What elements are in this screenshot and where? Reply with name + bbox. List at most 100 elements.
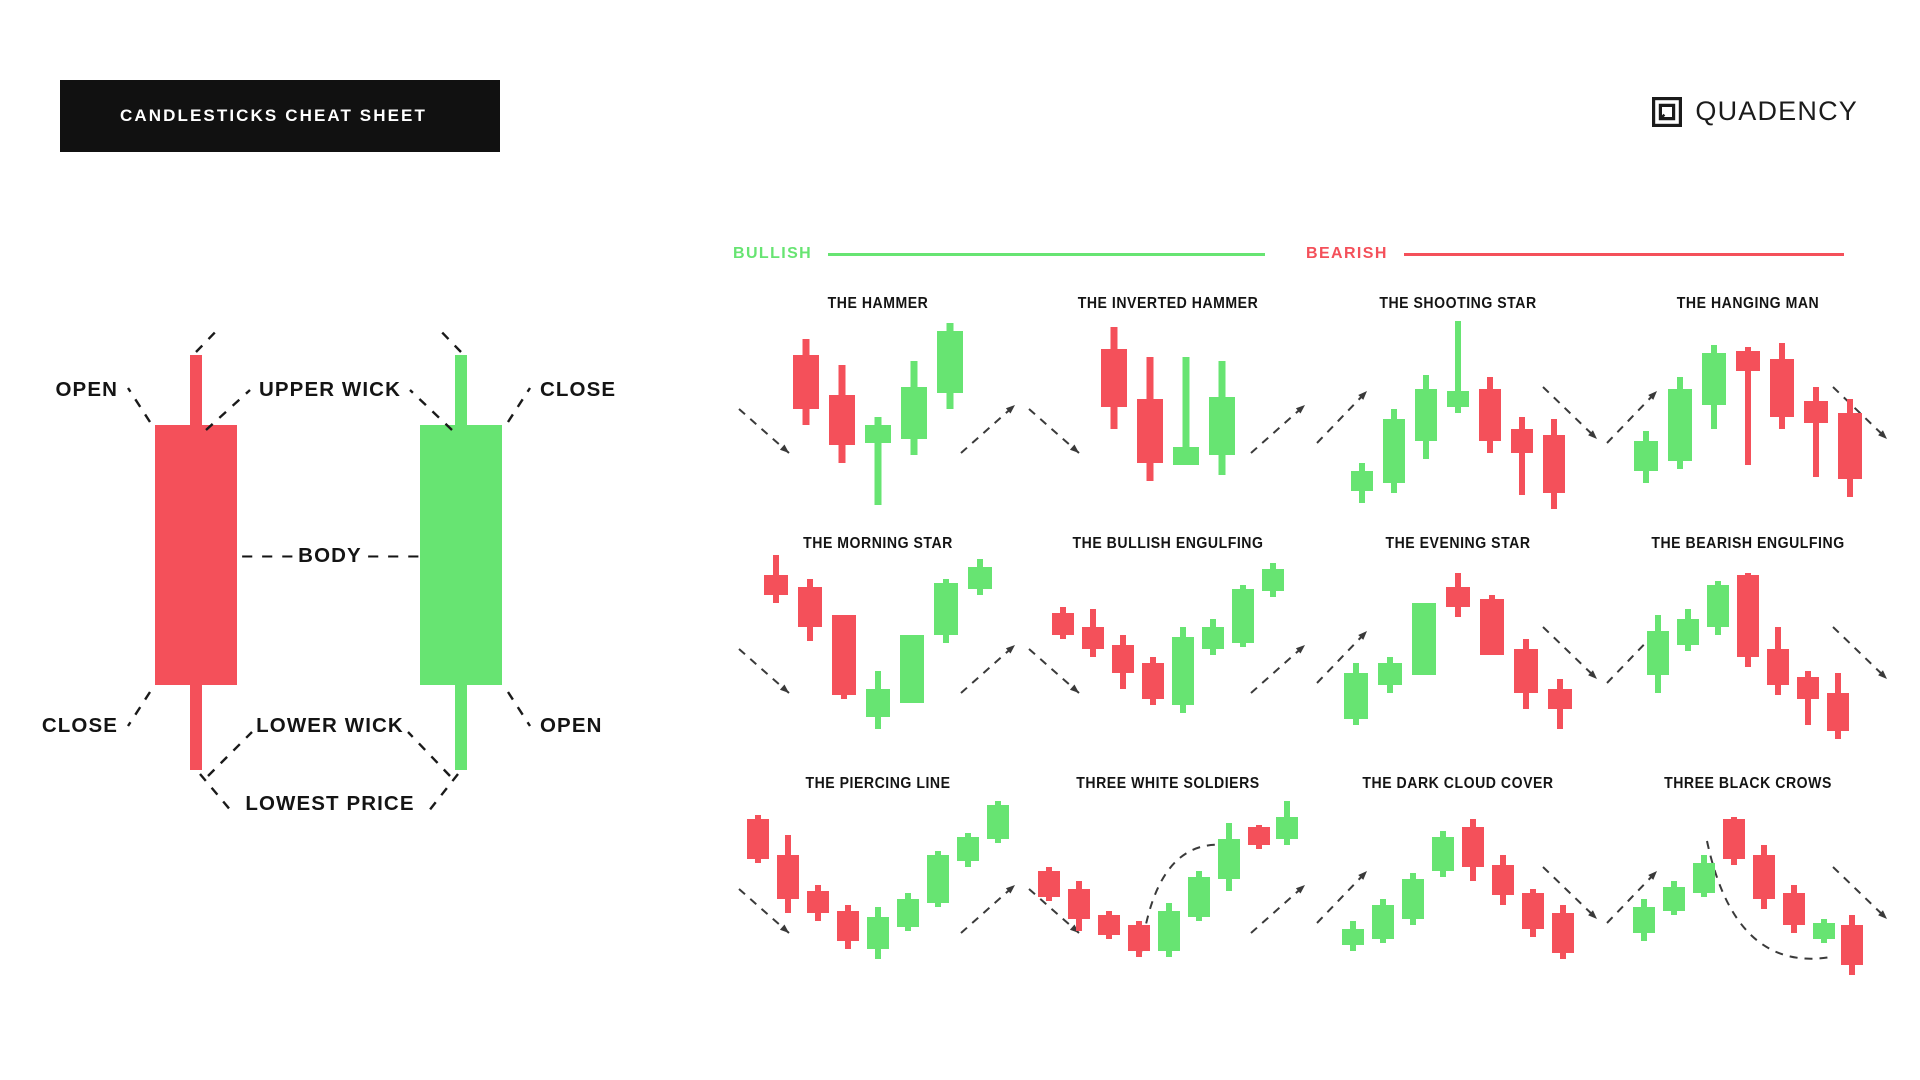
candle-upper-wick <box>1284 801 1290 817</box>
label-open-right: OPEN <box>540 714 603 737</box>
candle-body <box>1378 663 1402 685</box>
candle-body <box>1767 649 1789 685</box>
candle-lower-wick <box>1530 929 1536 937</box>
candle-lower-wick <box>1643 471 1649 483</box>
candle-upper-wick <box>965 833 971 837</box>
candle <box>1276 801 1298 845</box>
label-body-dash-right: – – – <box>367 544 420 567</box>
candle-lower-wick <box>1519 453 1525 495</box>
candle-body <box>837 911 859 941</box>
pattern-cell[interactable]: THE BEARISH ENGULFING <box>1603 535 1893 775</box>
pattern-cell[interactable]: THE EVENING STAR <box>1313 535 1603 775</box>
candle-body <box>900 635 924 703</box>
candle-lower-wick <box>755 859 761 863</box>
candle-body <box>1218 839 1240 879</box>
candle-lower-wick <box>1487 441 1493 453</box>
pattern-title: THE INVERTED HAMMER <box>1077 295 1259 312</box>
candle-lower-wick <box>1821 939 1827 943</box>
candle-upper-wick <box>910 361 918 387</box>
candle-upper-wick <box>1350 921 1356 929</box>
candle-upper-wick <box>1701 855 1707 863</box>
candle-body <box>1209 397 1235 455</box>
candle-lower-wick <box>1560 953 1566 959</box>
anatomy-red-upper-wick <box>190 355 202 425</box>
candle-lower-wick <box>1500 895 1506 905</box>
label-close-right: CLOSE <box>540 378 616 401</box>
candle-upper-wick <box>1731 817 1737 819</box>
candle-lower-wick <box>1455 407 1461 413</box>
pattern-art <box>738 555 1016 729</box>
pattern-cell[interactable]: THE BULLISH ENGULFING <box>1023 535 1313 775</box>
pattern-cell[interactable]: THE DARK CLOUD COVER <box>1313 775 1603 1015</box>
candle-body <box>1158 911 1180 951</box>
candle <box>1827 673 1849 739</box>
candle-upper-wick <box>1711 345 1717 353</box>
pattern-cell[interactable]: THE MORNING STAR <box>733 535 1023 775</box>
candle-body <box>747 819 769 859</box>
candle-lower-wick <box>1180 705 1186 713</box>
candle-lower-wick <box>1120 673 1126 689</box>
candle-lower-wick <box>1685 645 1691 651</box>
candle-body <box>865 425 891 443</box>
pattern-art <box>1606 343 1888 497</box>
candle <box>1736 347 1760 465</box>
candle-upper-wick <box>1146 357 1154 399</box>
candle-upper-wick <box>815 885 821 891</box>
candle-lower-wick <box>875 717 881 729</box>
candle <box>1372 899 1394 943</box>
candle-body <box>1098 915 1120 935</box>
candle-body <box>1633 907 1655 933</box>
candle-lower-wick <box>910 439 918 455</box>
candle-lower-wick <box>935 903 941 907</box>
candle-upper-wick <box>875 671 881 689</box>
candle-body <box>1827 693 1849 731</box>
candle-upper-wick <box>875 907 881 917</box>
candle-body <box>1480 599 1504 655</box>
candle-lower-wick <box>1677 461 1683 469</box>
candle-upper-wick <box>1745 573 1751 575</box>
pattern-cell[interactable]: THE INVERTED HAMMER <box>1023 295 1313 535</box>
candle <box>867 907 889 959</box>
candle-lower-wick <box>1847 479 1853 497</box>
candle-lower-wick <box>1210 649 1216 655</box>
candle-body <box>1511 429 1533 453</box>
pattern-cell[interactable]: THE HAMMER <box>733 295 1023 535</box>
quadency-square-bubble-icon <box>1652 96 1683 127</box>
candle-lower-wick <box>1731 859 1737 865</box>
candle-upper-wick <box>1270 563 1276 569</box>
candle-upper-wick <box>1813 387 1819 401</box>
candle-lower-wick <box>1470 867 1476 881</box>
candle <box>1480 595 1504 655</box>
candle <box>1702 345 1726 429</box>
pattern-art <box>738 801 1016 959</box>
candle-upper-wick <box>1849 915 1855 925</box>
candle <box>1378 657 1402 693</box>
trend-arrow-head <box>779 924 789 933</box>
candle-body <box>1262 569 1284 591</box>
trend-arrows <box>1028 404 1306 454</box>
candle-body <box>1543 435 1565 493</box>
candle-lower-wick <box>802 409 810 425</box>
candle <box>1783 885 1805 933</box>
candle <box>1052 607 1074 639</box>
candle-upper-wick <box>1557 679 1563 689</box>
candle-body <box>1668 389 1692 461</box>
pattern-cell[interactable]: THE HANGING MAN <box>1603 295 1893 535</box>
pattern-cell[interactable]: THREE WHITE SOLDIERS <box>1023 775 1313 1015</box>
candle-lower-wick <box>845 941 851 949</box>
candle <box>1813 919 1835 943</box>
candle <box>1552 905 1574 959</box>
pattern-cell[interactable]: THE PIERCING LINE <box>733 775 1023 1015</box>
pattern-cell[interactable]: THE SHOOTING STAR <box>1313 295 1603 535</box>
candle-upper-wick <box>1671 881 1677 887</box>
candle-body <box>937 331 963 393</box>
pattern-title: THREE BLACK CROWS <box>1664 775 1832 792</box>
candle-body <box>1804 401 1828 423</box>
candle-series <box>764 555 992 729</box>
candle <box>747 815 769 863</box>
candle-upper-wick <box>943 579 949 583</box>
candle-body <box>1479 389 1501 441</box>
candle-lower-wick <box>1270 591 1276 597</box>
candle-upper-wick <box>1847 399 1853 413</box>
pattern-cell[interactable]: THREE BLACK CROWS <box>1603 775 1893 1015</box>
